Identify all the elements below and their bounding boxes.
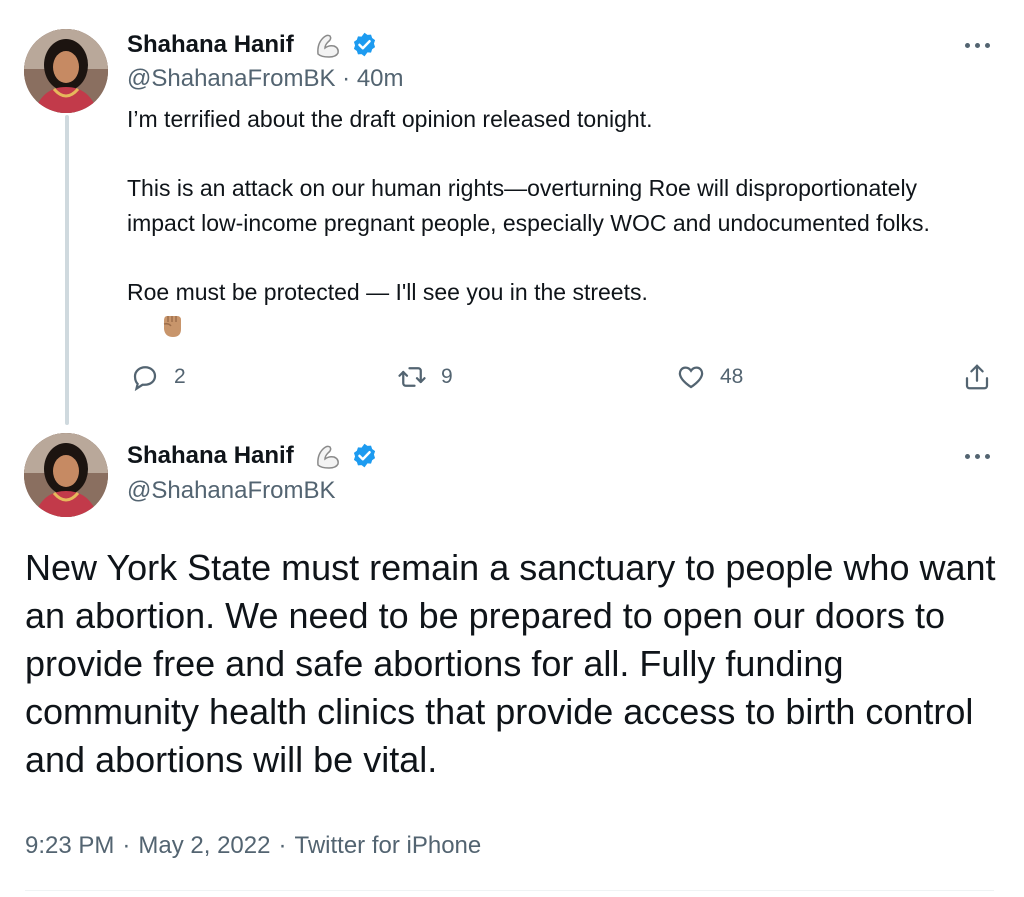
separator-dot: ·: [122, 832, 131, 859]
reply-icon: [133, 366, 157, 392]
author-name[interactable]: Shahana Hanif: [127, 31, 294, 59]
divider: [25, 890, 994, 891]
avatar[interactable]: [24, 433, 108, 517]
like-count: 48: [720, 365, 744, 388]
tweet-source[interactable]: Twitter for iPhone: [294, 830, 481, 862]
verified-badge-icon: [353, 443, 376, 468]
tweet-body: I’m terrified about the draft opinion re…: [127, 102, 987, 379]
share-icon: [965, 364, 989, 390]
raised-fist-emoji: [163, 316, 181, 337]
avatar-image: [24, 29, 108, 113]
tweet-date[interactable]: May 2, 2022: [138, 830, 270, 862]
more-icon[interactable]: [965, 38, 997, 52]
reply-button[interactable]: 2: [130, 362, 186, 392]
verified-badge-icon: [353, 32, 376, 57]
more-icon[interactable]: [965, 449, 997, 463]
separator-dot: ·: [342, 65, 351, 92]
like-icon: [678, 366, 704, 389]
tweet-time[interactable]: 9:23 PM: [25, 830, 114, 862]
tweet-meta: 9:23 PM · May 2, 2022 · Twitter for iPho…: [25, 830, 481, 862]
retweet-count: 9: [441, 365, 453, 388]
author-name[interactable]: Shahana Hanif: [127, 442, 294, 470]
handle-line: @ShahanaFromBK · 40m: [127, 65, 404, 93]
handle[interactable]: @ShahanaFromBK: [127, 477, 335, 505]
tweet-paragraph: This is an attack on our human rights—ov…: [127, 175, 930, 236]
timestamp[interactable]: 40m: [357, 65, 404, 92]
retweet-icon: [398, 367, 426, 387]
tweet-paragraph: Roe must be protected — I'll see you in …: [127, 275, 987, 380]
tweet-text: New York State must remain a sanctuary t…: [25, 547, 996, 780]
reply-count: 2: [174, 365, 186, 388]
avatar-image: [24, 433, 108, 517]
separator-dot: ·: [278, 832, 287, 859]
avatar[interactable]: [24, 29, 108, 113]
like-button[interactable]: 48: [676, 362, 743, 392]
handle[interactable]: @ShahanaFromBK: [127, 65, 335, 92]
thread-line: [65, 115, 69, 425]
tweet-paragraph: I’m terrified about the draft opinion re…: [127, 106, 653, 132]
retweet-button[interactable]: 9: [397, 362, 453, 392]
share-button[interactable]: [962, 362, 992, 392]
flexed-biceps-emoji: [317, 34, 339, 58]
tweet-paragraph-text: Roe must be protected — I'll see you in …: [127, 278, 648, 305]
flexed-biceps-emoji: [317, 445, 339, 469]
